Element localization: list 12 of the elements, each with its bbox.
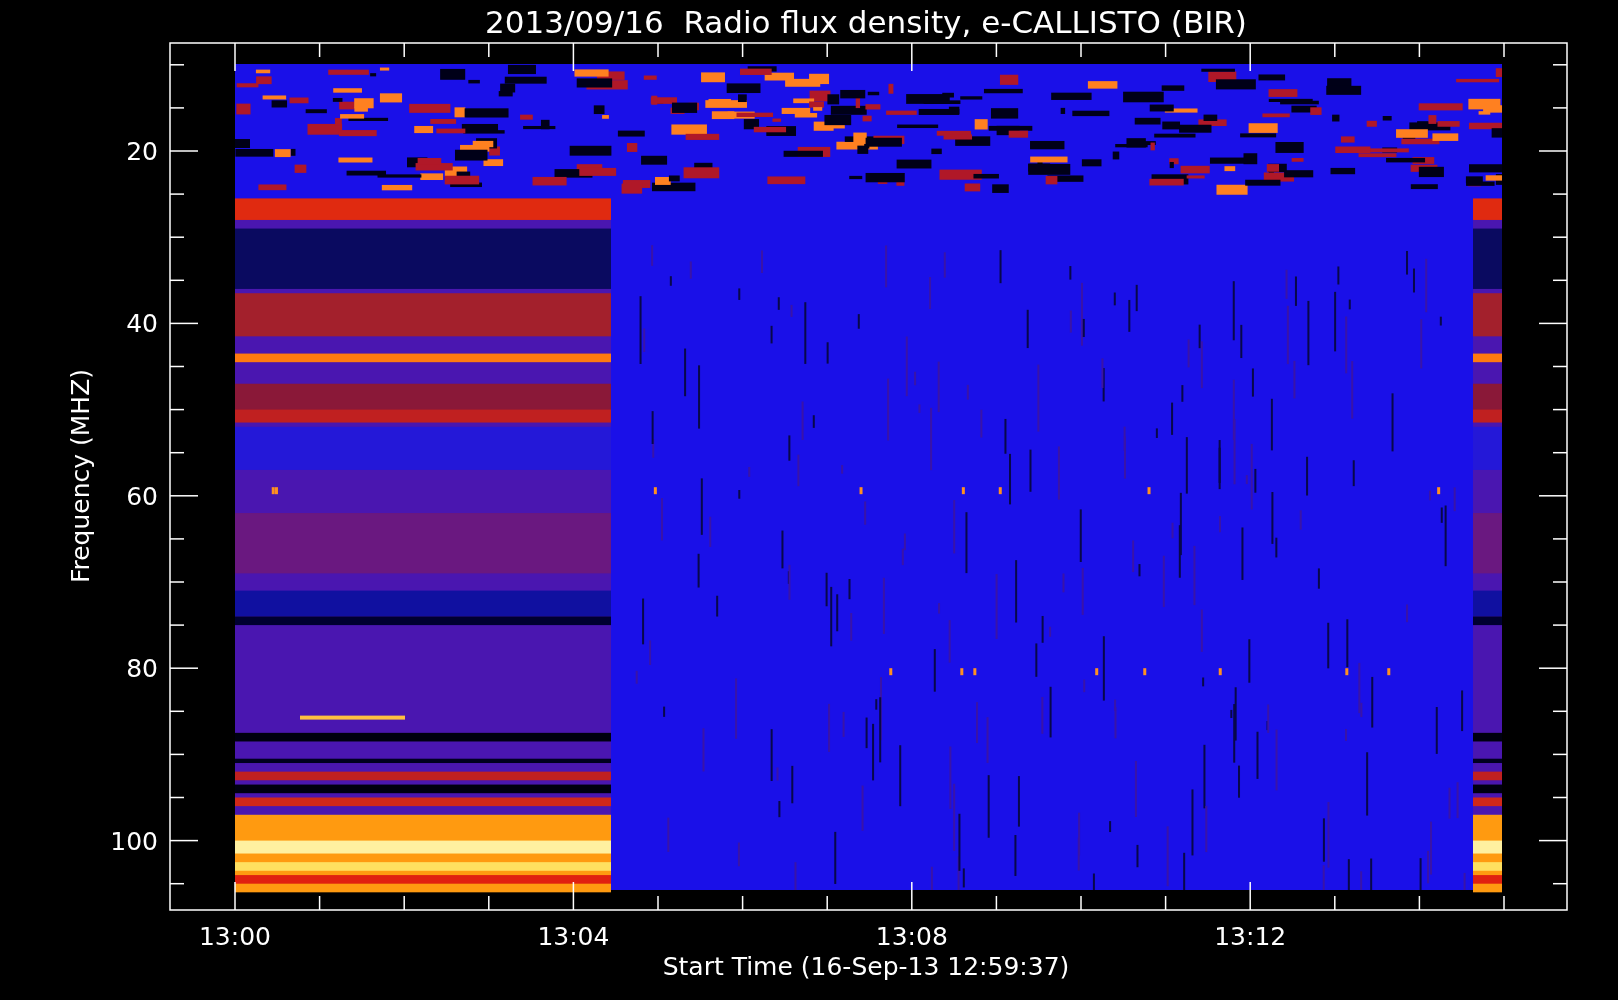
tick-label: 80 <box>126 654 158 684</box>
tick-label: 100 <box>110 826 158 856</box>
tick-label: 13:00 <box>199 922 271 951</box>
tick-label: 13:08 <box>875 922 948 951</box>
axis-label: Start Time (16-Sep-13 12:59:37) <box>662 952 1070 981</box>
tick-label: 60 <box>126 481 158 511</box>
tick-label: 20 <box>126 137 158 166</box>
tick-label: 13:04 <box>537 922 610 951</box>
plot-title: 2013/09/16 Radio flux density, e-CALLISTO (BIR) <box>485 4 1247 40</box>
axis-label: Frequency (MHZ) <box>66 368 95 584</box>
tick-label: 40 <box>126 309 158 339</box>
tick-label: 13:12 <box>1214 922 1287 951</box>
